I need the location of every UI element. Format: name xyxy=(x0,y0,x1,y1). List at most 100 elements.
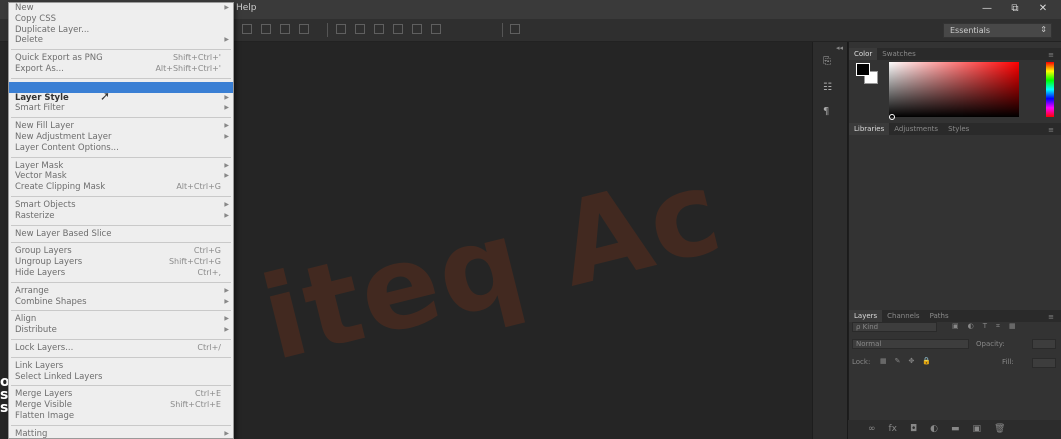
tab-color[interactable]: Color xyxy=(849,48,878,60)
menu-item[interactable]: New ▶ xyxy=(9,3,233,14)
paragraph-panel-icon[interactable]: ¶ xyxy=(823,106,837,118)
watermark-text: iteq Ac xyxy=(250,144,735,388)
tab-adjustments[interactable]: Adjustments xyxy=(889,123,943,135)
fill-field[interactable] xyxy=(1032,358,1056,368)
menu-item[interactable]: Smart Filter ▶ xyxy=(9,103,233,114)
distribute-vcenter-icon[interactable] xyxy=(355,24,365,34)
tab-styles[interactable]: Styles xyxy=(943,123,974,135)
layers-footer-icon[interactable]: ◘ xyxy=(910,424,917,439)
menu-item[interactable]: Flatten Image xyxy=(9,411,233,422)
menu-item[interactable]: Merge Visible Shift+Ctrl+E xyxy=(9,400,233,411)
menu-item[interactable]: Layer Content Options... xyxy=(9,143,233,154)
menu-item-label: Layer Style xyxy=(15,92,69,103)
menu-item[interactable]: Matting ▶ xyxy=(9,429,233,439)
restore-button[interactable]: ⧉ xyxy=(1003,2,1027,16)
distribute-hcenter-icon[interactable] xyxy=(412,24,422,34)
panel-menu-icon[interactable]: ≡ xyxy=(1043,49,1059,61)
layers-footer-icon[interactable]: fx xyxy=(889,424,898,439)
menu-item[interactable]: Delete ▶ xyxy=(9,35,233,46)
menu-item[interactable]: Combine Shapes ▶ xyxy=(9,297,233,308)
history-panel-icon[interactable]: ⎘ xyxy=(823,56,837,68)
menu-item[interactable]: Rasterize ▶ xyxy=(9,211,233,222)
blend-mode-select[interactable]: Normal xyxy=(852,339,969,349)
tab-layers[interactable]: Layers xyxy=(849,310,883,322)
opacity-field[interactable] xyxy=(1032,339,1056,349)
menu-item[interactable]: Select Linked Layers xyxy=(9,372,233,383)
distribute-top-icon[interactable] xyxy=(336,24,346,34)
menu-item-shortcut: Ctrl+G xyxy=(193,246,221,256)
distribute-right-icon[interactable] xyxy=(431,24,441,34)
distribute-buttons xyxy=(336,24,441,36)
lock-icons[interactable]: ▦✎✥🔒 xyxy=(880,357,939,365)
layers-footer-icon[interactable]: ◐ xyxy=(930,424,938,439)
align-vcenter-icon[interactable] xyxy=(261,24,271,34)
submenu-arrow-icon: ▶ xyxy=(224,93,229,101)
submenu-arrow-icon: ▶ xyxy=(224,122,229,130)
workspace-select[interactable]: Essentials ⇕ xyxy=(943,23,1052,38)
foreground-color-swatch[interactable] xyxy=(856,63,870,76)
tab-libraries[interactable]: Libraries xyxy=(849,123,890,135)
menu-item[interactable]: Align ▶ xyxy=(9,314,233,325)
menu-item-shortcut: Alt+Ctrl+G xyxy=(176,182,221,192)
properties-panel-icon[interactable]: ☷ xyxy=(823,82,837,94)
menu-item[interactable]: Link Layers xyxy=(9,361,233,372)
menu-item[interactable]: Export As... Alt+Shift+Ctrl+' xyxy=(9,64,233,75)
collapse-icon[interactable]: ◂◂ xyxy=(836,44,843,52)
menu-item[interactable]: New Fill Layer ▶ xyxy=(9,121,233,132)
menu-item[interactable]: Vector Mask ▶ xyxy=(9,171,233,182)
color-picker-marker[interactable] xyxy=(889,114,895,120)
tab-channels[interactable]: Channels xyxy=(882,310,924,322)
fill-label: Fill: xyxy=(1002,358,1014,366)
align-top-icon[interactable] xyxy=(242,24,252,34)
auto-align-icon[interactable] xyxy=(510,24,520,34)
menu-help[interactable]: Help xyxy=(236,3,257,13)
menu-item[interactable]: Copy CSS xyxy=(9,14,233,25)
lock-row: Lock: ▦✎✥🔒 Fill: xyxy=(852,357,1057,369)
align-left-icon[interactable] xyxy=(299,24,309,34)
color-picker-field[interactable] xyxy=(889,62,1019,117)
menu-item[interactable]: Smart Objects ▶ xyxy=(9,200,233,211)
align-bottom-icon[interactable] xyxy=(280,24,290,34)
menu-item[interactable]: Distribute ▶ xyxy=(9,325,233,336)
menu-item-label: Flatten Image xyxy=(15,410,75,421)
layers-footer-icon[interactable]: ▣ xyxy=(973,424,982,439)
menu-item[interactable]: Layer Mask ▶ xyxy=(9,161,233,172)
menu-item[interactable]: New Layer Based Slice xyxy=(9,229,233,240)
menu-item[interactable]: Group Layers Ctrl+G xyxy=(9,246,233,257)
menu-item[interactable]: Create Clipping Mask Alt+Ctrl+G xyxy=(9,182,233,193)
filter-icons[interactable]: ▣◐T⌗▦ xyxy=(952,322,1025,331)
menu-item-label: Link Layers xyxy=(15,360,64,371)
distribute-left-icon[interactable] xyxy=(393,24,403,34)
tab-paths[interactable]: Paths xyxy=(925,310,954,322)
menu-divider xyxy=(11,224,231,226)
distribute-bottom-icon[interactable] xyxy=(374,24,384,34)
menu-item[interactable] xyxy=(9,81,233,93)
hue-slider[interactable] xyxy=(1046,62,1054,117)
submenu-arrow-icon: ▶ xyxy=(224,161,229,169)
menu-item[interactable]: Arrange ▶ xyxy=(9,286,233,297)
menu-item[interactable]: Ungroup Layers Shift+Ctrl+G xyxy=(9,257,233,268)
menu-divider xyxy=(11,195,231,197)
close-button[interactable]: ✕ xyxy=(1031,2,1055,16)
menu-item-label: Quick Export as PNG xyxy=(15,53,103,64)
layer-menu: New ▶ Copy CSS Duplicate Layer... Delete ▶ Qui… xyxy=(8,2,234,439)
menu-item[interactable]: Merge Layers Ctrl+E xyxy=(9,389,233,400)
tab-swatches[interactable]: Swatches xyxy=(877,48,920,60)
menu-divider xyxy=(11,338,231,340)
menu-item-shortcut: Shift+Ctrl+G xyxy=(168,257,221,267)
libraries-panel-tabs: Libraries Adjustments Styles ≡ xyxy=(849,123,1061,135)
menu-item-label: Layer Content Options... xyxy=(15,142,119,153)
menu-item[interactable]: Lock Layers... Ctrl+/ xyxy=(9,343,233,354)
menu-item[interactable]: New Adjustment Layer ▶ xyxy=(9,132,233,143)
panel-menu-icon[interactable]: ≡ xyxy=(1043,124,1059,136)
layers-footer-icon[interactable]: 🗑 xyxy=(994,424,1005,439)
menu-item[interactable]: Quick Export as PNG Shift+Ctrl+' xyxy=(9,53,233,64)
menu-item[interactable]: Layer Style ▶ xyxy=(9,93,233,104)
layers-footer-icon[interactable]: ∞ xyxy=(868,424,876,439)
layer-kind-filter[interactable]: ρ Kind xyxy=(852,322,937,332)
minimize-button[interactable]: — xyxy=(975,2,999,16)
menu-item[interactable]: Duplicate Layer... xyxy=(9,25,233,36)
layers-footer-icon[interactable]: ▬ xyxy=(951,424,960,439)
menu-item[interactable]: Hide Layers Ctrl+, xyxy=(9,268,233,279)
submenu-arrow-icon: ▶ xyxy=(224,36,229,44)
